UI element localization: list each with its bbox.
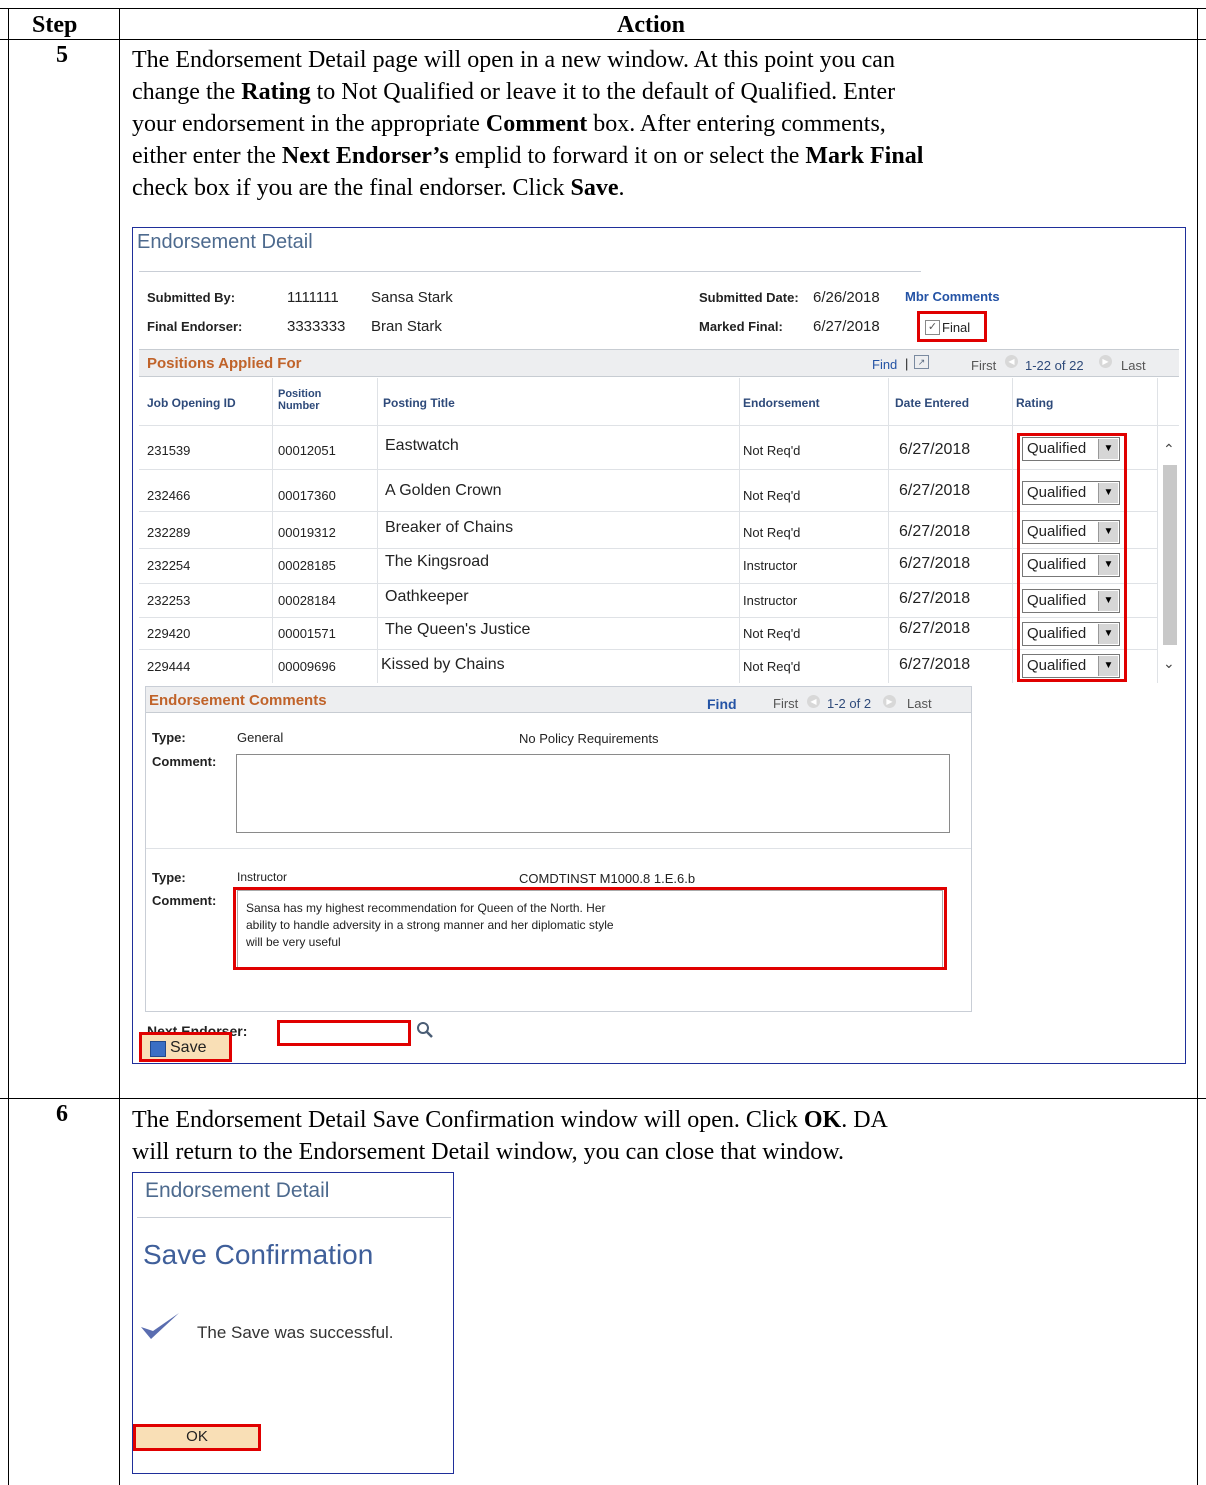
scrollbar[interactable]: ⌃ ⌄ (1160, 433, 1180, 683)
scroll-up-icon: ⌃ (1163, 441, 1175, 457)
col-job-opening-id: Job Opening ID (147, 396, 236, 410)
comments-range: 1-2 of 2 (827, 696, 872, 711)
rating-column-highlight (1017, 433, 1127, 682)
save-success-message: The Save was successful. (197, 1323, 394, 1342)
step-number-6: 6 (56, 1101, 68, 1127)
positions-sep: | (905, 356, 909, 371)
step-number-5: 5 (56, 42, 68, 68)
type-label: Type: (152, 730, 186, 745)
prev-arrow-icon[interactable]: ◀ (807, 695, 820, 708)
save-confirmation-heading: Save Confirmation (143, 1239, 374, 1270)
positions-first: First (971, 358, 997, 373)
comments-first: First (773, 696, 799, 711)
mbr-comments-link[interactable]: Mbr Comments (905, 289, 1000, 304)
comments-grid-title: Endorsement Comments (149, 692, 327, 709)
final-endorser-label: Final Endorser: (147, 319, 243, 334)
comment-highlight (233, 887, 947, 970)
endorsement-detail-screenshot: Endorsement Detail Submitted By: 1111111… (132, 227, 1186, 1064)
col-number: Number (278, 400, 320, 412)
table-row: 232254 00028185 The Kingsroad Instructor… (139, 550, 1157, 582)
general-comment-textarea[interactable] (236, 754, 950, 833)
col-position: Position (278, 388, 322, 400)
submitted-date-label: Submitted Date: (699, 290, 799, 305)
submitted-by-id: 1111111 (287, 289, 339, 306)
comment-label: Comment: (152, 893, 217, 908)
view-all-icon[interactable]: ↗ (914, 355, 929, 369)
table-row: 229420 00001571 The Queen's Justice Not … (139, 618, 1157, 650)
comment-policy-general: No Policy Requirements (519, 731, 659, 746)
col-posting-title: Posting Title (383, 396, 455, 410)
final-endorser-name: Bran Stark (371, 318, 442, 335)
floppy-disk-icon (150, 1041, 166, 1057)
endorsement-detail-title: Endorsement Detail (137, 231, 313, 253)
checkmark-icon (139, 1309, 181, 1350)
comments-find-link[interactable]: Find (707, 696, 737, 712)
col-rating: Rating (1016, 396, 1054, 410)
comments-last: Last (907, 696, 932, 711)
positions-range: 1-22 of 22 (1025, 358, 1084, 373)
final-endorser-id: 3333333 (287, 318, 346, 335)
next-endorser-input[interactable] (277, 1020, 411, 1046)
col-endorsement: Endorsement (743, 396, 820, 410)
comment-type-instructor: Instructor (237, 870, 288, 884)
col-date-entered: Date Entered (895, 396, 970, 410)
submitted-by-label: Submitted By: (147, 290, 236, 305)
save-confirmation-screenshot: Endorsement Detail Save Confirmation The… (132, 1172, 454, 1474)
submitted-by-name: Sansa Stark (371, 289, 453, 306)
final-checkbox-label: Final (942, 320, 971, 335)
table-row: 232289 00019312 Breaker of Chains Not Re… (139, 515, 1157, 547)
table-row: 231539 00012051 Eastwatch Not Req'd 6/27… (139, 433, 1157, 465)
submitted-date: 6/26/2018 (813, 289, 880, 306)
column-header-action: Action (617, 12, 685, 38)
confirmation-window-title: Endorsement Detail (145, 1179, 330, 1202)
ok-button[interactable]: OK (133, 1424, 261, 1451)
table-row: 232253 00028184 Oathkeeper Instructor 6/… (139, 585, 1157, 617)
marked-final-date: 6/27/2018 (813, 318, 880, 335)
scroll-down-icon: ⌄ (1163, 655, 1175, 671)
search-icon[interactable] (416, 1021, 434, 1039)
save-button[interactable]: Save (139, 1032, 232, 1062)
comment-policy-instructor: COMDTINST M1000.8 1.E.6.b (519, 871, 696, 886)
table-row: 232466 00017360 A Golden Crown Not Req'd… (139, 478, 1157, 510)
table-row: 229444 00009696 Kissed by Chains Not Req… (139, 650, 1157, 682)
positions-find-link[interactable]: Find (872, 357, 897, 372)
comment-label: Comment: (152, 754, 217, 769)
positions-grid-title: Positions Applied For (147, 355, 302, 372)
column-header-step: Step (32, 12, 78, 38)
final-checkbox[interactable]: ✓ (925, 320, 940, 335)
next-arrow-icon[interactable]: ▶ (883, 695, 896, 708)
prev-arrow-icon[interactable]: ◀ (1005, 355, 1018, 368)
next-arrow-icon[interactable]: ▶ (1099, 355, 1112, 368)
positions-last: Last (1121, 358, 1146, 373)
marked-final-label: Marked Final: (699, 319, 783, 334)
comment-type-general: General (237, 730, 284, 745)
type-label: Type: (152, 870, 186, 885)
